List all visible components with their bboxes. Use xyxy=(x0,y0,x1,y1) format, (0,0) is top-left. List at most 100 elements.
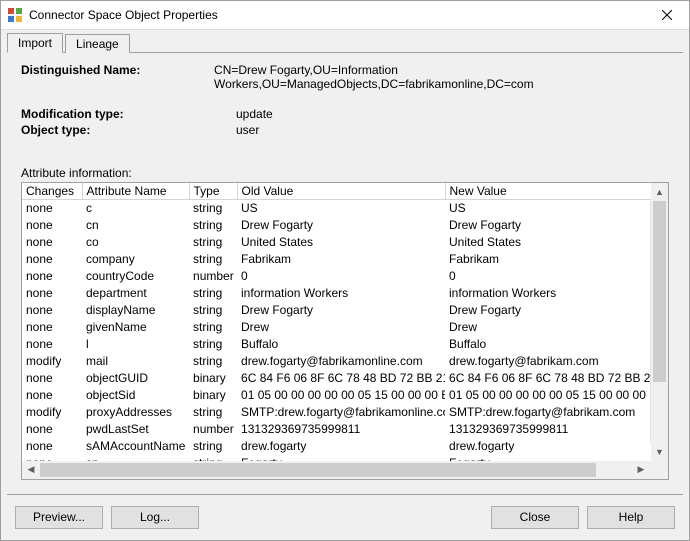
col-header-new[interactable]: New Value xyxy=(445,183,667,200)
table-row[interactable]: nonedepartmentstringinformation Workersi… xyxy=(22,285,668,302)
modtype-label: Modification type: xyxy=(21,107,236,121)
table-row[interactable]: nonecnstringDrew FogartyDrew Fogarty xyxy=(22,217,668,234)
cell-type: number xyxy=(189,268,237,285)
cell-old-value: Buffalo xyxy=(237,336,445,353)
cell-type: string xyxy=(189,285,237,302)
cell-attrname: pwdLastSet xyxy=(82,421,189,438)
close-icon xyxy=(662,7,672,23)
scroll-right-arrow-icon[interactable]: ▶ xyxy=(632,461,650,479)
cell-attrname: department xyxy=(82,285,189,302)
cell-attrname: displayName xyxy=(82,302,189,319)
cell-new-value: Drew xyxy=(445,319,667,336)
cell-attrname: proxyAddresses xyxy=(82,404,189,421)
table-row[interactable]: nonecountryCodenumber00 xyxy=(22,268,668,285)
cell-old-value: drew.fogarty xyxy=(237,438,445,455)
cell-changes: none xyxy=(22,268,82,285)
objtype-value: user xyxy=(236,123,669,137)
cell-attrname: givenName xyxy=(82,319,189,336)
objtype-row: Object type: user xyxy=(21,123,669,137)
table-row[interactable]: nonepwdLastSetnumber13132936973599981113… xyxy=(22,421,668,438)
tab-label: Lineage xyxy=(76,37,119,51)
cell-new-value: Buffalo xyxy=(445,336,667,353)
cell-attrname: countryCode xyxy=(82,268,189,285)
cell-old-value: drew.fogarty@fabrikamonline.com xyxy=(237,353,445,370)
cell-attrname: objectGUID xyxy=(82,370,189,387)
cell-type: string xyxy=(189,319,237,336)
vertical-scrollbar[interactable]: ▲ ▼ xyxy=(650,201,668,443)
col-header-old[interactable]: Old Value xyxy=(237,183,445,200)
cell-old-value: 131329369735999811 xyxy=(237,421,445,438)
table-row[interactable]: noneobjectGUIDbinary6C 84 F6 06 8F 6C 78… xyxy=(22,370,668,387)
table-row[interactable]: nonegivenNamestringDrewDrew xyxy=(22,319,668,336)
cell-old-value: 0 xyxy=(237,268,445,285)
horizontal-scroll-track[interactable] xyxy=(40,461,632,479)
cell-type: string xyxy=(189,336,237,353)
cell-new-value: SMTP:drew.fogarty@fabrikam.com xyxy=(445,404,667,421)
col-header-changes[interactable]: Changes xyxy=(22,183,82,200)
scroll-left-arrow-icon[interactable]: ◀ xyxy=(22,461,40,479)
cell-changes: none xyxy=(22,336,82,353)
dn-label: Distinguished Name: xyxy=(21,63,214,91)
cell-attrname: company xyxy=(82,251,189,268)
table-row[interactable]: modifyproxyAddressesstringSMTP:drew.foga… xyxy=(22,404,668,421)
table-header-row: Changes Attribute Name Type Old Value Ne… xyxy=(22,183,668,200)
close-button[interactable]: Close xyxy=(491,506,579,529)
table-row[interactable]: modifymailstringdrew.fogarty@fabrikamonl… xyxy=(22,353,668,370)
preview-button[interactable]: Preview... xyxy=(15,506,103,529)
modtype-value: update xyxy=(236,107,669,121)
table-row[interactable]: nonedisplayNamestringDrew FogartyDrew Fo… xyxy=(22,302,668,319)
window-title: Connector Space Object Properties xyxy=(29,8,645,22)
cell-old-value: SMTP:drew.fogarty@fabrikamonline.com xyxy=(237,404,445,421)
table-row[interactable]: nonesAMAccountNamestringdrew.fogartydrew… xyxy=(22,438,668,455)
dn-row: Distinguished Name: CN=Drew Fogarty,OU=I… xyxy=(21,63,669,91)
cell-old-value: Fabrikam xyxy=(237,251,445,268)
cell-type: binary xyxy=(189,370,237,387)
cell-type: string xyxy=(189,251,237,268)
attribute-table: Changes Attribute Name Type Old Value Ne… xyxy=(22,183,668,461)
cell-new-value: Fabrikam xyxy=(445,251,667,268)
table-row[interactable]: nonelstringBuffaloBuffalo xyxy=(22,336,668,353)
col-header-attrname[interactable]: Attribute Name xyxy=(82,183,189,200)
log-button[interactable]: Log... xyxy=(111,506,199,529)
cell-type: string xyxy=(189,217,237,234)
table-row[interactable]: noneobjectSidbinary01 05 00 00 00 00 00 … xyxy=(22,387,668,404)
horizontal-scroll-thumb[interactable] xyxy=(40,463,596,477)
window-close-button[interactable] xyxy=(645,1,689,30)
tab-lineage[interactable]: Lineage xyxy=(65,34,130,53)
table-row[interactable]: nonecompanystringFabrikamFabrikam xyxy=(22,251,668,268)
tab-label: Import xyxy=(18,36,52,50)
cell-new-value: US xyxy=(445,200,667,217)
cell-attrname: objectSid xyxy=(82,387,189,404)
scrollbar-corner xyxy=(650,461,668,479)
vertical-scroll-thumb[interactable] xyxy=(653,201,666,383)
cell-changes: none xyxy=(22,319,82,336)
cell-old-value: Drew Fogarty xyxy=(237,302,445,319)
horizontal-scrollbar[interactable]: ◀ ▶ xyxy=(22,461,668,479)
cell-changes: none xyxy=(22,234,82,251)
cell-type: string xyxy=(189,200,237,217)
cell-type: string xyxy=(189,438,237,455)
table-row[interactable]: nonecostringUnited StatesUnited States xyxy=(22,234,668,251)
tab-import[interactable]: Import xyxy=(7,33,63,53)
table-scroll-region: Changes Attribute Name Type Old Value Ne… xyxy=(22,183,668,461)
cell-changes: none xyxy=(22,370,82,387)
table-row[interactable]: nonecstringUSUS xyxy=(22,200,668,217)
cell-attrname: l xyxy=(82,336,189,353)
cell-new-value: drew.fogarty xyxy=(445,438,667,455)
help-button[interactable]: Help xyxy=(587,506,675,529)
cell-type: string xyxy=(189,234,237,251)
attr-section-title: Attribute information: xyxy=(21,166,669,180)
cell-type: string xyxy=(189,353,237,370)
window-frame: Connector Space Object Properties Import… xyxy=(0,0,690,541)
scroll-up-arrow-icon[interactable]: ▲ xyxy=(651,183,668,201)
titlebar[interactable]: Connector Space Object Properties xyxy=(1,1,689,30)
cell-changes: none xyxy=(22,200,82,217)
scroll-down-arrow-icon[interactable]: ▼ xyxy=(651,443,668,461)
cell-old-value: information Workers xyxy=(237,285,445,302)
cell-changes: none xyxy=(22,285,82,302)
attribute-table-container: Changes Attribute Name Type Old Value Ne… xyxy=(21,182,669,480)
cell-old-value: 01 05 00 00 00 00 00 05 15 00 00 00 BA .… xyxy=(237,387,445,404)
col-header-type[interactable]: Type xyxy=(189,183,237,200)
cell-new-value: Drew Fogarty xyxy=(445,302,667,319)
cell-new-value: 0 xyxy=(445,268,667,285)
